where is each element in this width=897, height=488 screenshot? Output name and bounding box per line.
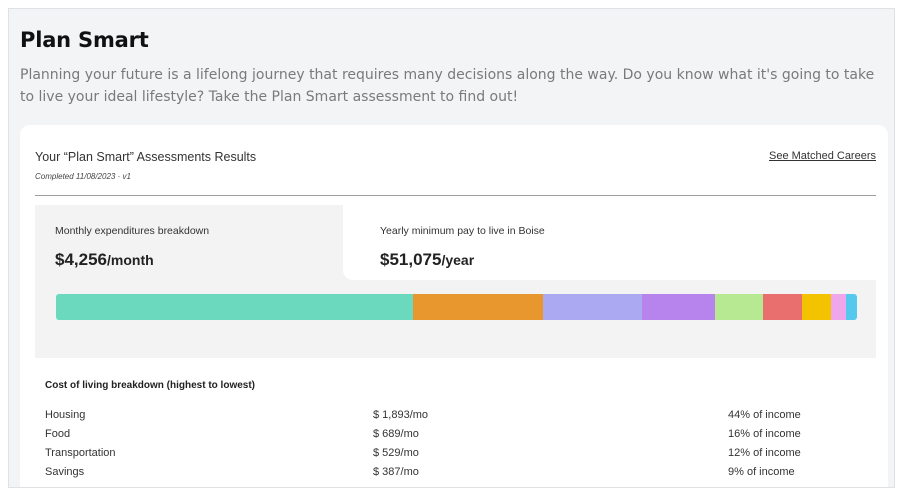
- breakdown-row: Transportation $ 529/mo 12% of income: [20, 447, 888, 465]
- breakdown-row: Food $ 689/mo 16% of income: [20, 428, 888, 446]
- bar-segment-9: [845, 294, 857, 320]
- page-intro: Planning your future is a lifelong journ…: [20, 67, 875, 105]
- bar-segment-4: [642, 294, 716, 320]
- completed-date: Completed 11/08/2023 · v1: [35, 172, 131, 181]
- bar-segment-3: [543, 294, 643, 320]
- row-percent: 12% of income: [728, 447, 801, 459]
- divider: [35, 195, 876, 196]
- row-amount: $ 529/mo: [373, 447, 419, 459]
- row-percent: 9% of income: [728, 466, 795, 478]
- row-percent: 16% of income: [728, 428, 801, 440]
- bar-segment-5: [715, 294, 763, 320]
- row-amount: $ 689/mo: [373, 428, 419, 440]
- monthly-amount-value: $4,256: [55, 250, 107, 269]
- monthly-amount-unit: /month: [107, 252, 154, 268]
- bar-segment-2: [413, 294, 544, 320]
- row-amount: $ 387/mo: [373, 466, 419, 478]
- tab-yearly[interactable]: Yearly minimum pay to live in Boise $51,…: [343, 205, 876, 280]
- tab-yearly-amount: $51,075/year: [380, 250, 474, 270]
- results-title: Your “Plan Smart” Assessments Results: [35, 150, 257, 164]
- bar-segment-1: [56, 294, 414, 320]
- row-category: Savings: [45, 466, 85, 478]
- row-amount: $ 1,893/mo: [373, 409, 429, 421]
- tab-monthly-amount[interactable]: $4,256/month: [55, 250, 154, 270]
- yearly-amount-unit: /year: [441, 252, 475, 268]
- page-title: Plan Smart: [20, 28, 149, 52]
- row-percent: 44% of income: [728, 409, 801, 421]
- see-matched-careers-link[interactable]: See Matched Careers: [769, 150, 876, 162]
- results-card: Your “Plan Smart” Assessments Results Co…: [20, 125, 888, 487]
- bar-segment-6: [762, 294, 802, 320]
- row-category: Food: [45, 428, 71, 440]
- yearly-amount-value: $51,075: [380, 250, 442, 269]
- row-category: Transportation: [45, 447, 116, 459]
- tab-yearly-label: Yearly minimum pay to live in Boise: [380, 225, 545, 237]
- bar-segment-8: [831, 294, 846, 320]
- row-category: Housing: [45, 409, 86, 421]
- breakdown-title: Cost of living breakdown (highest to low…: [45, 380, 256, 391]
- expenditure-stacked-bar: [56, 294, 857, 320]
- plan-smart-section: Plan Smart Planning your future is a lif…: [8, 8, 895, 488]
- tab-monthly-label[interactable]: Monthly expenditures breakdown: [55, 225, 209, 237]
- breakdown-row: Housing $ 1,893/mo 44% of income: [20, 409, 888, 427]
- bar-segment-7: [801, 294, 832, 320]
- breakdown-row: Savings $ 387/mo 9% of income: [20, 466, 888, 484]
